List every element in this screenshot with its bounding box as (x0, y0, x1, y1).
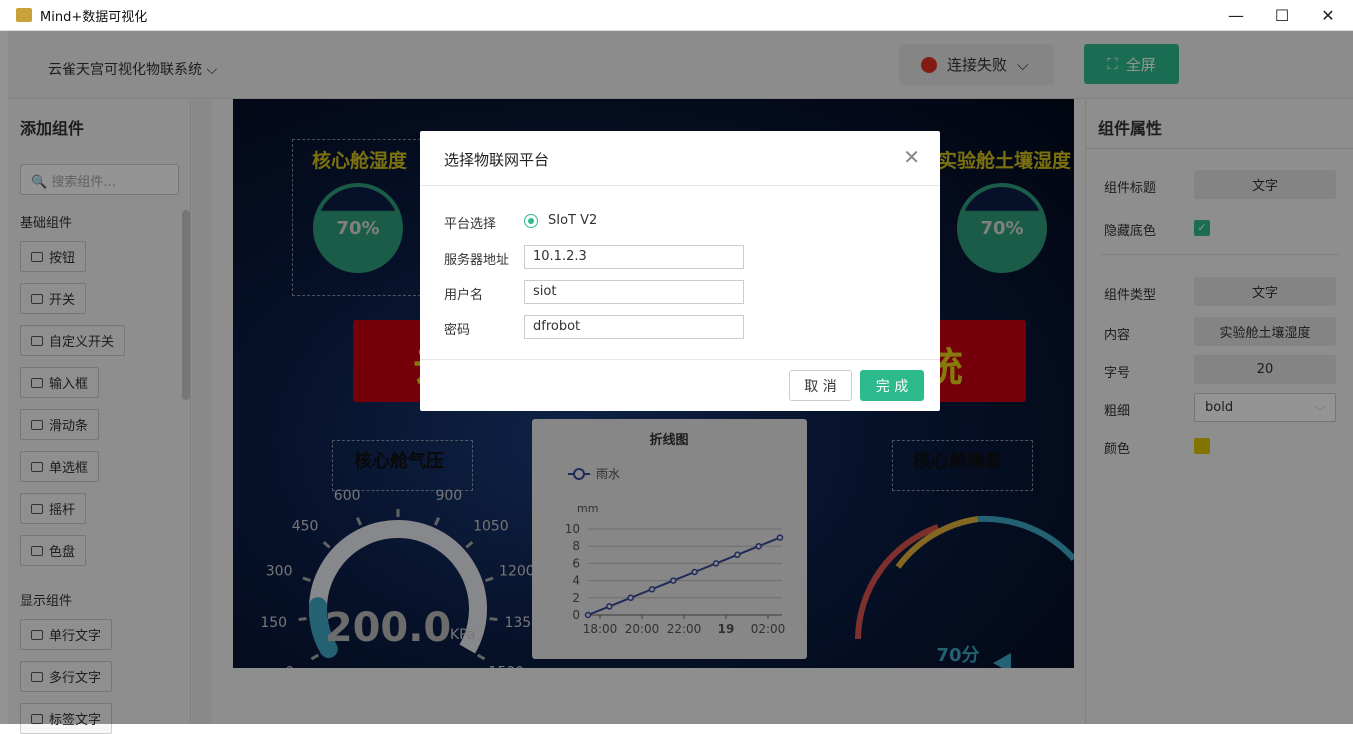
close-icon[interactable]: ✕ (903, 145, 920, 169)
server-input[interactable]: 10.1.2.3 (524, 245, 744, 269)
minimize-button[interactable]: — (1213, 0, 1259, 31)
maximize-button[interactable]: ☐ (1259, 0, 1305, 31)
username-label: 用户名 (444, 288, 484, 303)
username-input[interactable]: siot (524, 280, 744, 304)
platform-option-label[interactable]: SIoT V2 (548, 213, 597, 228)
iot-platform-dialog: 选择物联网平台 ✕ 平台选择 SIoT V2 服务器地址 10.1.2.3 用户… (420, 131, 940, 411)
password-input[interactable]: dfrobot (524, 315, 744, 339)
password-label: 密码 (444, 323, 471, 338)
app-logo-icon (16, 8, 32, 22)
server-label: 服务器地址 (444, 253, 510, 268)
platform-radio[interactable] (524, 214, 538, 228)
cancel-button[interactable]: 取 消 (789, 370, 852, 401)
close-window-button[interactable]: ✕ (1305, 0, 1351, 31)
dialog-title: 选择物联网平台 (444, 151, 550, 169)
window-title: Mind+数据可视化 (40, 9, 148, 25)
platform-label: 平台选择 (444, 217, 497, 232)
confirm-button[interactable]: 完 成 (860, 370, 924, 401)
title-bar: Mind+数据可视化 — ☐ ✕ (0, 0, 1353, 31)
